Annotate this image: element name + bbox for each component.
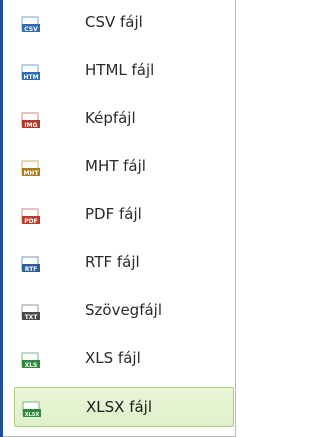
- menu-item-csv[interactable]: CSV CSV fájl: [14, 3, 234, 43]
- menu-item-label: PDF fájl: [85, 205, 142, 223]
- menu-item-image[interactable]: IMG Képfájl: [14, 99, 234, 139]
- html-file-icon: HTM: [21, 63, 41, 81]
- rtf-file-icon: RTF: [21, 255, 41, 273]
- menu-item-pdf[interactable]: PDF PDF fájl: [14, 195, 234, 235]
- export-format-menu-window: CSV CSV fájl HTM HTML fájl IMG Képfájl M…: [0, 0, 240, 437]
- mht-file-icon: MHT: [21, 159, 41, 177]
- xlsx-file-icon: XLSX: [22, 400, 42, 418]
- menu-item-label: MHT fájl: [85, 157, 146, 175]
- menu-item-label: RTF fájl: [85, 253, 140, 271]
- svg-text:IMG: IMG: [24, 122, 37, 129]
- svg-text:XLSX: XLSX: [25, 412, 40, 418]
- image-file-icon: IMG: [21, 111, 41, 129]
- export-format-menu: CSV CSV fájl HTM HTML fájl IMG Képfájl M…: [3, 0, 236, 437]
- svg-text:MHT: MHT: [23, 170, 39, 177]
- xls-file-icon: XLS: [21, 351, 41, 369]
- menu-item-label: Szövegfájl: [85, 301, 163, 319]
- svg-text:RTF: RTF: [25, 266, 38, 273]
- menu-item-text[interactable]: TXT Szövegfájl: [14, 291, 234, 331]
- pdf-file-icon: PDF: [21, 207, 41, 225]
- menu-item-label: XLS fájl: [85, 349, 141, 367]
- svg-text:HTM: HTM: [23, 74, 38, 81]
- svg-text:XLS: XLS: [25, 362, 38, 369]
- menu-item-html[interactable]: HTM HTML fájl: [14, 51, 234, 91]
- svg-text:PDF: PDF: [24, 218, 37, 225]
- menu-item-rtf[interactable]: RTF RTF fájl: [14, 243, 234, 283]
- csv-file-icon: CSV: [21, 15, 41, 33]
- menu-item-xls[interactable]: XLS XLS fájl: [14, 339, 234, 379]
- menu-item-label: HTML fájl: [85, 61, 155, 79]
- menu-item-label: XLSX fájl: [86, 398, 153, 416]
- menu-item-label: Képfájl: [85, 109, 136, 127]
- svg-text:CSV: CSV: [24, 26, 38, 33]
- menu-item-mht[interactable]: MHT MHT fájl: [14, 147, 234, 187]
- svg-text:TXT: TXT: [25, 314, 39, 321]
- menu-item-label: CSV fájl: [85, 13, 143, 31]
- text-file-icon: TXT: [21, 303, 41, 321]
- menu-item-xlsx[interactable]: XLSX XLSX fájl: [14, 387, 234, 427]
